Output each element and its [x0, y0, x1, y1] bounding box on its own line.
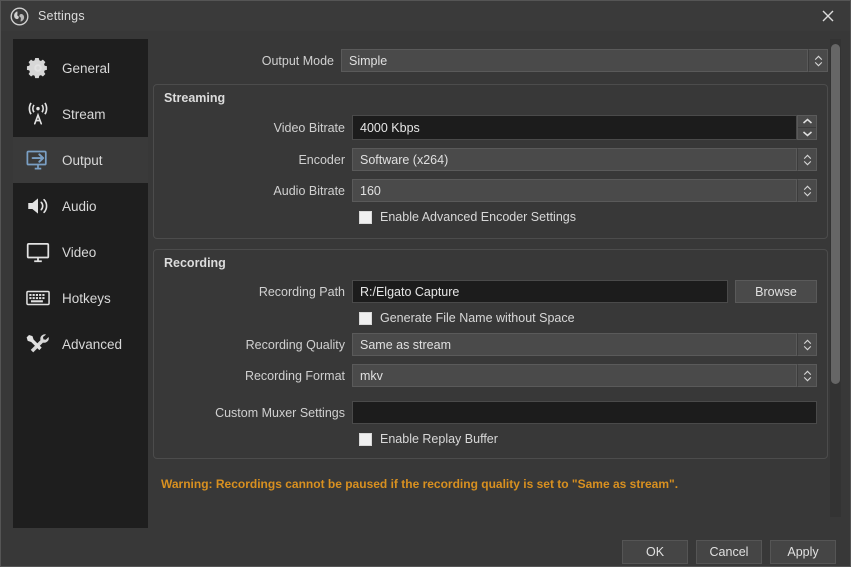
- audio-bitrate-label: Audio Bitrate: [273, 183, 345, 198]
- window-body: General Stream Output Audio Video Hotkey…: [1, 31, 850, 528]
- monitor-arrow-icon: [23, 145, 53, 175]
- recording-quality-label: Recording Quality: [245, 337, 345, 352]
- monitor-icon: [23, 237, 53, 267]
- scrollbar-thumb[interactable]: [831, 44, 840, 384]
- close-icon[interactable]: [806, 1, 850, 31]
- streaming-title: Streaming: [164, 91, 226, 105]
- stepper-up-icon[interactable]: [798, 116, 816, 128]
- output-settings-panel: Output Mode Simple Streaming Video Bitra…: [153, 49, 828, 491]
- replay-buffer-row: Enable Replay Buffer: [164, 432, 817, 446]
- sidebar-item-label: Output: [62, 152, 103, 168]
- custom-muxer-input[interactable]: [352, 401, 817, 424]
- sidebar-item-label: Video: [62, 244, 97, 260]
- dialog-footer: OK Cancel Apply: [1, 528, 850, 567]
- generate-no-space-row: Generate File Name without Space: [164, 311, 817, 325]
- broadcast-icon: [23, 99, 53, 129]
- advanced-encoder-row: Enable Advanced Encoder Settings: [164, 210, 817, 224]
- recording-quality-row: Recording Quality Same as stream: [164, 333, 817, 356]
- streaming-group: Streaming Video Bitrate 4000 Kbps Encode…: [153, 84, 828, 239]
- custom-muxer-label: Custom Muxer Settings: [215, 405, 345, 420]
- title-bar: Settings: [1, 1, 850, 31]
- chevron-updown-icon[interactable]: [808, 49, 828, 72]
- sidebar-item-label: Hotkeys: [62, 290, 111, 306]
- video-bitrate-row: Video Bitrate 4000 Kbps: [164, 115, 817, 140]
- generate-no-space-label: Generate File Name without Space: [380, 311, 575, 325]
- recording-title: Recording: [164, 256, 226, 270]
- output-mode-row: Output Mode Simple: [153, 49, 828, 72]
- audio-bitrate-row: Audio Bitrate 160: [164, 179, 817, 202]
- sidebar-item-label: Audio: [62, 198, 97, 214]
- chevron-updown-icon[interactable]: [797, 148, 817, 171]
- replay-buffer-label: Enable Replay Buffer: [380, 432, 498, 446]
- custom-muxer-row: Custom Muxer Settings: [164, 401, 817, 424]
- sidebar-item-hotkeys[interactable]: Hotkeys: [13, 275, 148, 321]
- advanced-encoder-checkbox[interactable]: [359, 210, 372, 224]
- sidebar-item-video[interactable]: Video: [13, 229, 148, 275]
- stepper-down-icon[interactable]: [798, 128, 816, 140]
- recording-format-select[interactable]: mkv: [352, 364, 797, 387]
- recording-format-row: Recording Format mkv: [164, 364, 817, 387]
- video-bitrate-stepper[interactable]: [797, 115, 817, 140]
- settings-window: Settings General Stream Output Audio Vid…: [0, 0, 851, 567]
- advanced-encoder-label: Enable Advanced Encoder Settings: [380, 210, 576, 224]
- sidebar-item-label: General: [62, 60, 111, 76]
- obs-logo-icon: [10, 7, 29, 25]
- gear-icon: [23, 53, 53, 83]
- chevron-updown-icon[interactable]: [797, 364, 817, 387]
- video-bitrate-input[interactable]: 4000 Kbps: [352, 115, 797, 140]
- output-mode-select[interactable]: Simple: [341, 49, 808, 72]
- ok-button[interactable]: OK: [622, 539, 688, 564]
- sidebar-item-general[interactable]: General: [13, 45, 148, 91]
- recording-path-input[interactable]: R:/Elgato Capture: [352, 280, 728, 303]
- encoder-label: Encoder: [298, 152, 345, 167]
- video-bitrate-label: Video Bitrate: [273, 120, 345, 135]
- chevron-updown-icon[interactable]: [797, 179, 817, 202]
- sidebar-item-label: Stream: [62, 106, 106, 122]
- sidebar-item-stream[interactable]: Stream: [13, 91, 148, 137]
- speaker-icon: [23, 191, 53, 221]
- keyboard-icon: [23, 283, 53, 313]
- sidebar-item-label: Advanced: [62, 336, 123, 352]
- chevron-updown-icon[interactable]: [797, 333, 817, 356]
- settings-sidebar: General Stream Output Audio Video Hotkey…: [13, 39, 148, 528]
- recording-format-label: Recording Format: [244, 368, 345, 383]
- replay-buffer-checkbox[interactable]: [359, 432, 372, 446]
- recording-group: Recording Recording Path R:/Elgato Captu…: [153, 249, 828, 459]
- recording-quality-select[interactable]: Same as stream: [352, 333, 797, 356]
- sidebar-item-audio[interactable]: Audio: [13, 183, 148, 229]
- apply-button[interactable]: Apply: [770, 539, 836, 564]
- encoder-row: Encoder Software (x264): [164, 148, 817, 171]
- content-scrollbar[interactable]: [830, 39, 841, 517]
- recording-warning-text: Warning: Recordings cannot be paused if …: [161, 477, 679, 491]
- recording-path-row: Recording Path R:/Elgato Capture Browse: [164, 280, 817, 303]
- browse-button[interactable]: Browse: [735, 280, 817, 303]
- generate-no-space-checkbox[interactable]: [359, 311, 372, 325]
- window-title: Settings: [38, 9, 85, 23]
- cancel-button[interactable]: Cancel: [696, 539, 762, 564]
- output-mode-label: Output Mode: [261, 53, 334, 68]
- recording-path-label: Recording Path: [258, 284, 345, 299]
- settings-content: Output Mode Simple Streaming Video Bitra…: [148, 39, 846, 528]
- encoder-select[interactable]: Software (x264): [352, 148, 797, 171]
- sidebar-item-advanced[interactable]: Advanced: [13, 321, 148, 367]
- sidebar-item-output[interactable]: Output: [13, 137, 148, 183]
- tools-icon: [23, 329, 53, 359]
- audio-bitrate-select[interactable]: 160: [352, 179, 797, 202]
